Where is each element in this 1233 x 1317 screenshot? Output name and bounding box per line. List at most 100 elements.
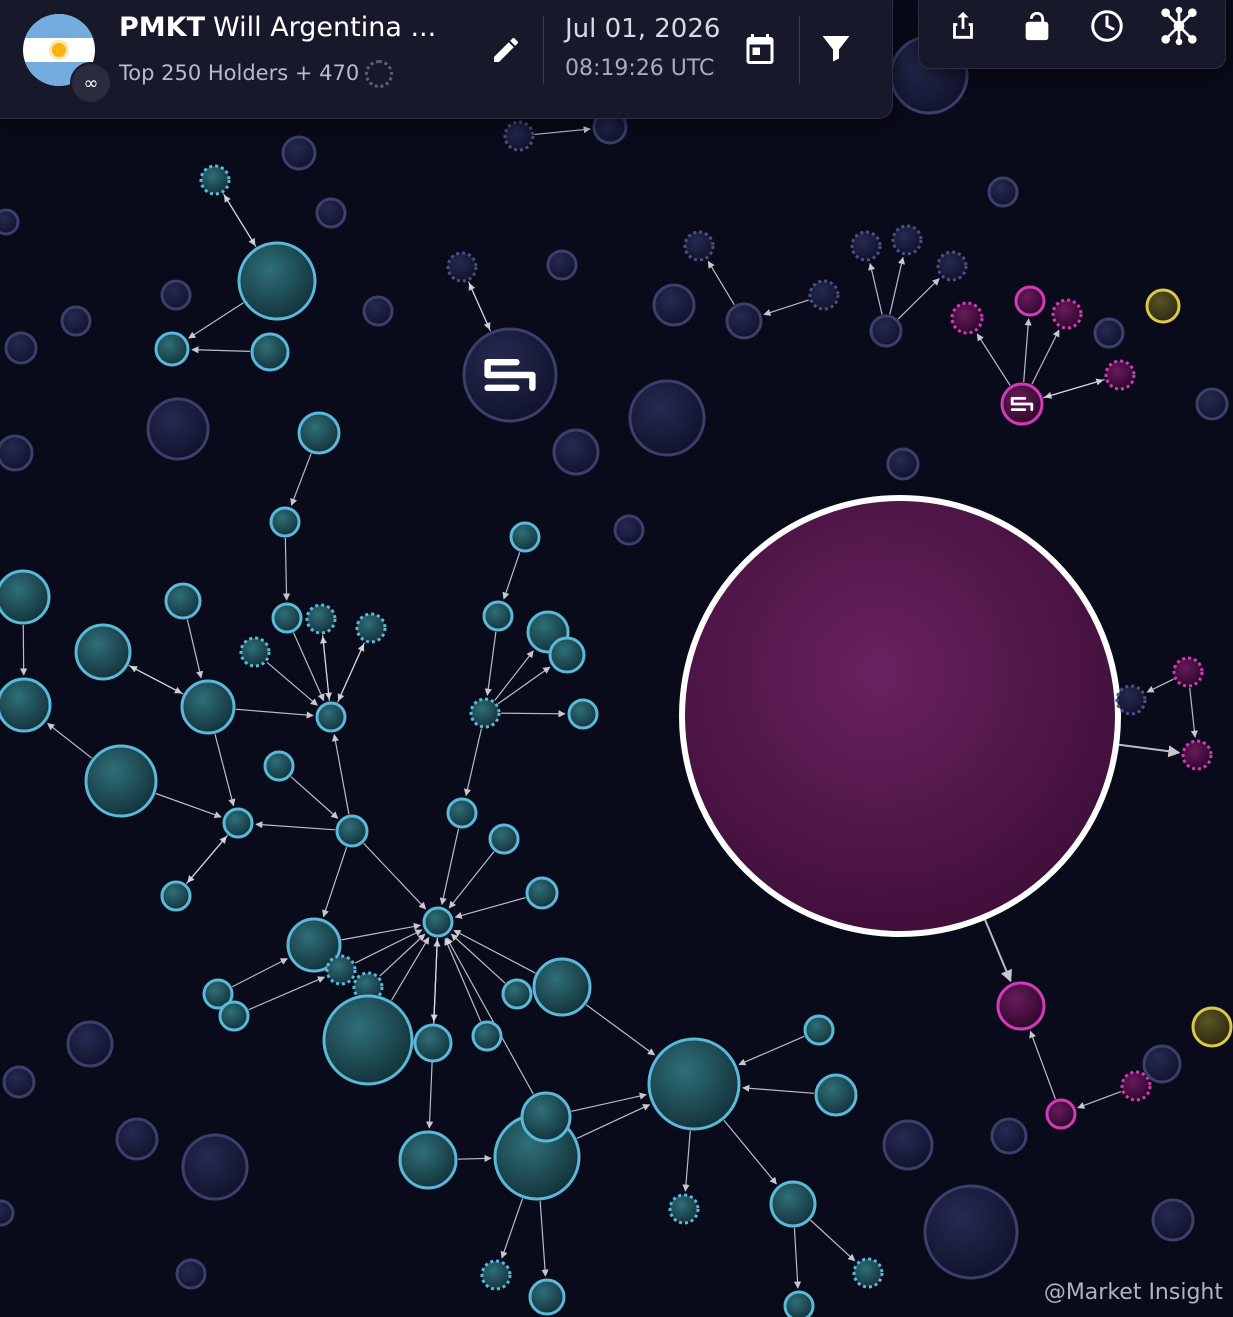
holder-bubble[interactable] — [1045, 1098, 1077, 1130]
holder-bubble[interactable] — [271, 602, 303, 634]
holder-bubble[interactable] — [422, 906, 454, 938]
holder-bubble[interactable] — [218, 1000, 250, 1032]
holder-bubble[interactable] — [222, 807, 254, 839]
holder-bubble[interactable] — [501, 978, 533, 1010]
holder-bubble[interactable] — [1093, 317, 1125, 349]
holder-bubble[interactable] — [652, 283, 696, 327]
holder-bubble[interactable] — [413, 1023, 453, 1063]
lock-button[interactable] — [1017, 6, 1057, 46]
holder-bubble[interactable] — [263, 750, 295, 782]
holder-bubble[interactable] — [237, 241, 317, 321]
holder-bubble[interactable] — [808, 279, 840, 311]
holder-bubble[interactable] — [160, 279, 192, 311]
holder-bubble[interactable] — [532, 957, 592, 1017]
holder-bubble[interactable] — [1191, 1006, 1233, 1048]
holder-bubble[interactable] — [482, 600, 514, 632]
holder-bubble[interactable] — [305, 603, 337, 635]
holder-bubble[interactable] — [725, 302, 763, 340]
holder-bubble[interactable] — [335, 814, 369, 848]
holder-bubble[interactable] — [1181, 739, 1213, 771]
holder-bubble[interactable] — [0, 677, 52, 733]
holder-bubble[interactable] — [852, 1257, 884, 1289]
holder-bubble[interactable] — [1014, 285, 1046, 317]
holder-bubbles[interactable] — [0, 35, 1233, 1317]
holder-bubble[interactable] — [469, 697, 501, 729]
holder-bubble[interactable] — [74, 623, 132, 681]
holder-bubble[interactable] — [509, 521, 541, 553]
holder-bubble[interactable] — [950, 301, 984, 335]
holder-bubble[interactable] — [0, 434, 34, 472]
holder-bubble[interactable] — [567, 698, 599, 730]
holder-bubble[interactable] — [783, 1290, 815, 1317]
holder-bubble[interactable] — [936, 250, 968, 282]
holder-bubble[interactable] — [1104, 359, 1136, 391]
holder-bubble[interactable] — [471, 1020, 503, 1052]
holder-bubble[interactable] — [322, 994, 414, 1086]
holder-bubble[interactable] — [769, 1180, 817, 1228]
holder-bubble[interactable] — [628, 379, 706, 457]
holder-bubble[interactable] — [181, 1133, 249, 1201]
holder-bubble[interactable] — [803, 1014, 835, 1046]
calendar-button[interactable] — [742, 30, 778, 68]
whale-holder-bubble[interactable] — [679, 495, 1121, 937]
holder-bubble[interactable] — [990, 1117, 1028, 1155]
holder-bubble[interactable] — [297, 411, 341, 455]
holder-bubble[interactable] — [362, 295, 394, 327]
holder-bubble[interactable] — [355, 612, 387, 644]
holder-bubble[interactable] — [1051, 298, 1083, 330]
holder-bubble[interactable] — [613, 514, 645, 546]
holder-bubble[interactable] — [115, 1117, 159, 1161]
holder-bubble[interactable] — [66, 1020, 114, 1068]
holder-bubble[interactable] — [446, 251, 478, 283]
holder-bubble[interactable] — [1120, 1070, 1152, 1102]
share-button[interactable] — [943, 6, 983, 46]
holder-bubble[interactable] — [250, 332, 290, 372]
holders-summary[interactable]: Top 250 Holders + 470 — [119, 60, 394, 88]
holder-bubble[interactable] — [60, 305, 92, 337]
holder-bubble[interactable] — [4, 331, 38, 365]
holder-bubble[interactable] — [1115, 684, 1147, 716]
snapshot-date[interactable]: Jul 01, 2026 — [565, 14, 720, 44]
holder-bubble[interactable] — [488, 823, 520, 855]
holder-bubble[interactable] — [882, 1119, 934, 1171]
edit-button[interactable] — [486, 30, 526, 70]
holder-bubble[interactable] — [1151, 1198, 1195, 1242]
holder-bubble[interactable] — [269, 506, 301, 538]
holder-bubble[interactable] — [891, 224, 923, 256]
holder-bubble[interactable] — [146, 397, 210, 461]
holder-bubble[interactable] — [164, 582, 202, 620]
holder-bubble[interactable] — [0, 208, 20, 236]
holder-bubble[interactable] — [548, 636, 586, 674]
holder-bubble[interactable] — [683, 230, 715, 262]
holder-bubble[interactable] — [1172, 656, 1204, 688]
holder-bubble[interactable] — [525, 876, 559, 910]
holder-bubble[interactable] — [325, 954, 357, 986]
holder-bubble[interactable] — [814, 1073, 858, 1117]
holder-bubble[interactable] — [154, 331, 190, 367]
holder-bubble[interactable] — [850, 230, 882, 262]
holder-bubble[interactable] — [315, 701, 347, 733]
holder-bubble[interactable] — [2, 1065, 36, 1099]
holder-bubble[interactable] — [546, 249, 578, 281]
holder-bubble[interactable] — [281, 135, 317, 171]
bubble-map-canvas[interactable] — [0, 0, 1233, 1317]
holder-bubble[interactable] — [869, 314, 903, 348]
history-button[interactable] — [1087, 6, 1127, 46]
holder-bubble[interactable] — [987, 176, 1019, 208]
holder-bubble[interactable] — [199, 164, 231, 196]
holder-bubble[interactable] — [503, 120, 535, 152]
holder-bubble[interactable] — [0, 1199, 15, 1227]
holder-bubble[interactable] — [239, 636, 271, 668]
holder-bubble[interactable] — [647, 1037, 741, 1131]
holder-bubble[interactable] — [520, 1091, 572, 1143]
holder-bubble[interactable] — [996, 981, 1046, 1031]
holder-bubble[interactable] — [315, 197, 347, 229]
holder-bubble[interactable] — [886, 447, 920, 481]
holder-bubble[interactable] — [1145, 288, 1181, 324]
holder-bubble[interactable] — [668, 1193, 700, 1225]
holder-bubble[interactable] — [446, 797, 478, 829]
holder-bubble[interactable] — [398, 1130, 458, 1190]
holder-bubble[interactable] — [0, 569, 51, 625]
holder-bubble[interactable] — [528, 1278, 566, 1316]
holder-bubble[interactable] — [84, 744, 158, 818]
